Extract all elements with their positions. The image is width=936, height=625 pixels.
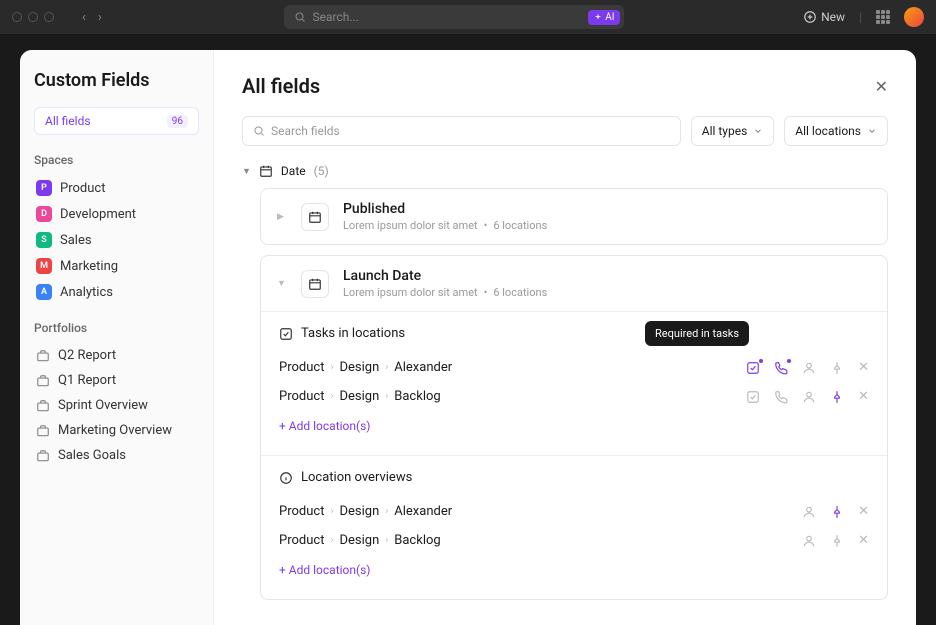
field-name: Published	[343, 201, 871, 217]
sidebar-title: Custom Fields	[34, 70, 199, 91]
tasks-in-locations: Tasks in locations Product› Design› Alex…	[261, 311, 887, 455]
window-controls	[12, 12, 54, 22]
location-row: Product› Design› Backlog ✕	[279, 382, 869, 411]
user-icon[interactable]	[802, 505, 816, 519]
space-icon: M	[36, 258, 52, 274]
search-placeholder: Search...	[312, 10, 358, 24]
portfolio-item[interactable]: Q2 Report	[34, 343, 199, 368]
titlebar: ‹ › Search... AI New |	[0, 0, 936, 34]
field-card-launchdate: ▼ Launch Date Lorem ipsum dolor sit amet…	[260, 255, 888, 600]
field-card-published: ▶ Published Lorem ipsum dolor sit amet•6…	[260, 188, 888, 245]
field-name: Launch Date	[343, 268, 871, 284]
page-title: All fields	[242, 74, 320, 98]
maximize-window[interactable]	[44, 12, 54, 22]
group-header-date[interactable]: ▼ Date (5)	[242, 164, 888, 178]
remove-icon[interactable]: ✕	[858, 504, 869, 519]
spaces-label: Spaces	[34, 153, 199, 167]
search-icon	[294, 11, 306, 23]
field-meta: Lorem ipsum dolor sit amet•6 locations	[343, 219, 871, 232]
briefcase-icon	[36, 399, 50, 413]
sparkle-icon	[594, 13, 602, 21]
sidebar: Custom Fields All fields 96 Spaces PProd…	[20, 50, 214, 625]
plus-circle-icon	[803, 10, 817, 24]
location-row: Product› Design› Alexander ✕	[279, 497, 869, 526]
calendar-icon	[301, 270, 329, 298]
space-icon: D	[36, 206, 52, 222]
portfolio-item[interactable]: Q1 Report	[34, 368, 199, 393]
back-button[interactable]: ‹	[78, 8, 90, 27]
close-button[interactable]: ✕	[875, 77, 888, 96]
field-meta: Lorem ipsum dolor sit amet•6 locations	[343, 286, 871, 299]
user-icon[interactable]	[802, 390, 816, 404]
space-item[interactable]: MMarketing	[34, 253, 199, 279]
add-location-button[interactable]: + Add location(s)	[279, 555, 869, 585]
required-task-icon[interactable]	[746, 390, 760, 404]
user-avatar[interactable]	[904, 7, 924, 27]
portfolios-label: Portfolios	[34, 321, 199, 335]
collapse-button[interactable]: ▼	[277, 278, 287, 289]
chevron-down-icon	[753, 126, 763, 136]
global-search[interactable]: Search... AI	[284, 5, 624, 29]
remove-icon[interactable]: ✕	[858, 389, 869, 404]
filter-locations[interactable]: All locations	[784, 116, 888, 146]
space-item[interactable]: DDevelopment	[34, 201, 199, 227]
space-item[interactable]: AAnalytics	[34, 279, 199, 305]
search-icon	[253, 125, 265, 137]
pin-icon[interactable]	[830, 361, 844, 375]
tooltip: Required in tasks	[645, 321, 749, 346]
location-row: Product› Design› Backlog ✕	[279, 526, 869, 555]
calendar-icon	[301, 203, 329, 231]
apps-button[interactable]	[876, 10, 890, 24]
chevron-down-icon	[867, 126, 877, 136]
required-task-icon[interactable]	[746, 361, 760, 375]
space-icon: A	[36, 284, 52, 300]
ai-badge[interactable]: AI	[588, 10, 620, 25]
location-row: Product› Design› Alexander Required in t…	[279, 353, 869, 382]
breadcrumb[interactable]: Product› Design› Alexander	[279, 360, 746, 375]
space-icon: S	[36, 232, 52, 248]
app-body: Custom Fields All fields 96 Spaces PProd…	[20, 50, 916, 625]
briefcase-icon	[36, 349, 50, 363]
expand-button[interactable]: ▶	[277, 212, 287, 222]
forward-button[interactable]: ›	[94, 8, 106, 27]
briefcase-icon	[36, 424, 50, 438]
portfolio-item[interactable]: Sales Goals	[34, 443, 199, 468]
phone-icon[interactable]	[774, 361, 788, 375]
new-button[interactable]: New	[803, 10, 845, 24]
breadcrumb[interactable]: Product› Design› Alexander	[279, 504, 802, 519]
phone-icon[interactable]	[774, 390, 788, 404]
search-fields-input[interactable]: Search fields	[242, 116, 681, 146]
checkbox-icon	[279, 327, 293, 341]
field-count-badge: 96	[167, 115, 188, 128]
location-overviews: Location overviews Product› Design› Alex…	[261, 455, 887, 599]
portfolio-item[interactable]: Sprint Overview	[34, 393, 199, 418]
all-fields-filter[interactable]: All fields 96	[34, 107, 199, 135]
collapse-icon: ▼	[242, 166, 251, 177]
pin-icon[interactable]	[830, 390, 844, 404]
remove-icon[interactable]: ✕	[858, 360, 869, 375]
space-icon: P	[36, 180, 52, 196]
filter-types[interactable]: All types	[691, 116, 775, 146]
remove-icon[interactable]: ✕	[858, 533, 869, 548]
add-location-button[interactable]: + Add location(s)	[279, 411, 869, 441]
close-window[interactable]	[12, 12, 22, 22]
topbar-right: New |	[803, 7, 924, 27]
portfolio-item[interactable]: Marketing Overview	[34, 418, 199, 443]
minimize-window[interactable]	[28, 12, 38, 22]
pin-icon[interactable]	[830, 505, 844, 519]
main-panel: All fields ✕ Search fields All types All…	[214, 50, 916, 625]
space-item[interactable]: PProduct	[34, 175, 199, 201]
breadcrumb[interactable]: Product› Design› Backlog	[279, 533, 802, 548]
briefcase-icon	[36, 374, 50, 388]
info-icon	[279, 471, 293, 485]
user-icon[interactable]	[802, 361, 816, 375]
nav-arrows: ‹ ›	[78, 8, 106, 27]
pin-icon[interactable]	[830, 534, 844, 548]
briefcase-icon	[36, 449, 50, 463]
breadcrumb[interactable]: Product› Design› Backlog	[279, 389, 746, 404]
space-item[interactable]: SSales	[34, 227, 199, 253]
user-icon[interactable]	[802, 534, 816, 548]
calendar-icon	[259, 164, 273, 178]
